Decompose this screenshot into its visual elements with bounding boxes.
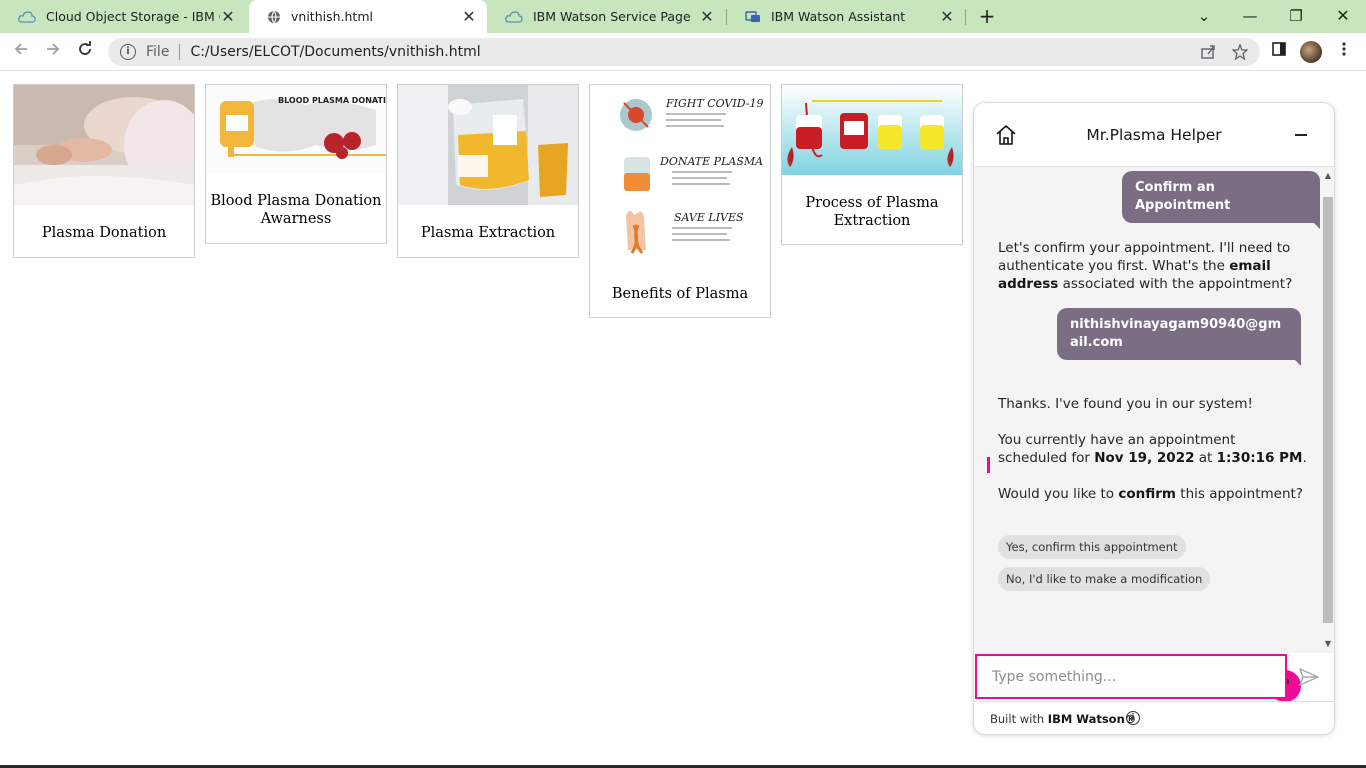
footer-prefix: Built with [990,712,1048,726]
footer-text: Built with IBM Watson® [990,712,1136,726]
card-benefits-of-plasma[interactable]: FIGHT COVID-19 DONATE PLASMA SAVE LIVES … [589,84,771,318]
forward-button[interactable] [41,40,65,64]
tab-ibm-watson-assistant[interactable]: IBM Watson Assistant ✕ [727,0,965,33]
side-panel-icon [1272,42,1286,56]
infographic-item: SAVE LIVES [674,211,744,224]
chat-footer: Built with IBM Watson® i [974,701,1334,734]
message-input[interactable] [977,656,1285,697]
restore-button[interactable]: ❐ [1282,4,1310,28]
footer-brand: IBM Watson® [1047,712,1137,726]
bot-message-indicator [987,457,990,473]
share-icon[interactable] [1200,44,1216,60]
chat-widget: Mr.Plasma Helper Confirm an Appointment … [973,102,1335,735]
url-text[interactable]: C:/Users/ELCOT/Documents/vnithish.html [190,44,480,60]
tab-close-button[interactable]: ✕ [461,7,477,26]
assistant-icon [745,10,760,22]
card-blood-plasma-awareness[interactable]: BLOOD PLASMA DONATION Blood Plasma Donat… [205,84,387,244]
scrollbar-thumb[interactable] [1323,197,1333,623]
card-caption: Benefits of Plasma [611,286,749,302]
tab-title: IBM Watson Service Page [533,9,691,24]
user-message: Confirm an Appointment [1122,171,1320,229]
tab-cloud-object-storage[interactable]: Cloud Object Storage - IBM Clou ✕ [0,0,246,33]
tab-separator [965,9,966,25]
scroll-down-arrow-icon[interactable]: ▼ [1323,639,1333,648]
tab-close-button[interactable]: ✕ [220,7,236,26]
scheme-label: File [146,44,170,60]
banner-title: BLOOD PLASMA DONATION [278,96,386,105]
chat-input-field[interactable] [975,654,1287,699]
message-bold: confirm [1118,486,1176,502]
tab-title: IBM Watson Assistant [771,9,906,24]
card-process-of-plasma-extraction[interactable]: Process of Plasma Extraction [781,84,963,245]
tab-close-button[interactable]: ✕ [939,7,955,26]
option-confirm-button[interactable]: Yes, confirm this appointment [998,535,1186,559]
card-caption: Blood Plasma Donation Awarness [210,193,382,227]
tab-vnithish[interactable]: vnithish.html ✕ [249,0,487,33]
bot-message-found: Thanks. I've found you in our system! [998,396,1253,412]
appointment-date: Nov 19, 2022 [1094,450,1195,466]
forward-arrow-icon [47,43,60,55]
tab-search-button[interactable]: ⌄ [1190,4,1218,28]
cloud-icon [505,10,523,23]
tab-close-button[interactable]: ✕ [699,7,715,26]
patient-photo [14,85,194,205]
minimize-chat-button[interactable] [1294,124,1310,146]
back-button[interactable] [9,40,33,64]
browser-toolbar: i File C:/Users/ELCOT/Documents/vnithish… [0,33,1366,71]
covid-infographic: FIGHT COVID-19 DONATE PLASMA SAVE LIVES [590,85,770,265]
browser-menu-button[interactable] [1332,40,1356,64]
reload-icon [79,41,91,55]
chat-header: Mr.Plasma Helper [974,103,1334,167]
back-arrow-icon [14,43,27,55]
bot-message-authenticate: Let's confirm your appointment. I'll nee… [998,239,1308,293]
message-text: at [1194,450,1217,466]
message-text: Would you like to [998,486,1119,502]
card-plasma-donation[interactable]: Plasma Donation [13,84,195,258]
address-separator [179,44,181,60]
plasma-donation-banner: BLOOD PLASMA DONATION [206,85,386,173]
blood-bags-illustration [782,85,962,175]
infographic-item: FIGHT COVID-19 [665,97,763,110]
message-text: this appointment? [1176,486,1303,502]
more-vert-icon [1342,42,1346,56]
close-window-button[interactable]: ✕ [1329,4,1357,28]
bookmark-star-icon[interactable] [1232,44,1248,60]
chat-messages[interactable]: Confirm an Appointment Let's confirm you… [974,167,1320,702]
tab-ibm-watson-service[interactable]: IBM Watson Service Page ✕ [487,0,725,33]
card-plasma-extraction[interactable]: Plasma Extraction [397,84,579,258]
tab-title: Cloud Object Storage - IBM Clou [46,9,220,24]
message-text: . [1302,450,1307,466]
reload-button[interactable] [73,40,97,64]
chat-title: Mr.Plasma Helper [1086,126,1222,144]
message-text: associated with the appointment? [1058,276,1293,292]
info-icon[interactable]: i [1126,711,1140,725]
card-caption: Process of Plasma Extraction [805,195,939,229]
tab-title: vnithish.html [291,9,373,24]
infographic-item: DONATE PLASMA [659,155,763,168]
side-panel-button[interactable] [1267,40,1291,64]
bot-message-schedule: You currently have an appointment schedu… [998,431,1308,467]
tab-strip: Cloud Object Storage - IBM Clou ✕ vnithi… [0,0,1366,33]
user-message: nithishvinayagam90940@gmail.com [1057,308,1301,366]
new-tab-button[interactable]: + [976,4,998,28]
chat-scrollbar[interactable]: ▲ ▼ [1320,167,1334,653]
option-modify-button[interactable]: No, I'd like to make a modification [998,567,1211,591]
profile-avatar[interactable] [1300,41,1322,63]
bot-message-ask: Would you like to confirm this appointme… [998,485,1308,503]
site-info-icon[interactable]: i [120,44,136,60]
card-caption: Plasma Donation [41,225,167,241]
plasma-bag-photo [398,85,578,205]
card-caption: Plasma Extraction [420,225,556,241]
appointment-time: 1:30:16 PM [1216,450,1303,466]
globe-icon [268,10,280,23]
scroll-up-arrow-icon[interactable]: ▲ [1323,171,1333,180]
minimize-button[interactable]: — [1236,4,1264,28]
address-bar[interactable]: i File C:/Users/ELCOT/Documents/vnithish… [108,38,1260,66]
cloud-icon [18,10,36,23]
send-icon[interactable] [1298,666,1320,688]
